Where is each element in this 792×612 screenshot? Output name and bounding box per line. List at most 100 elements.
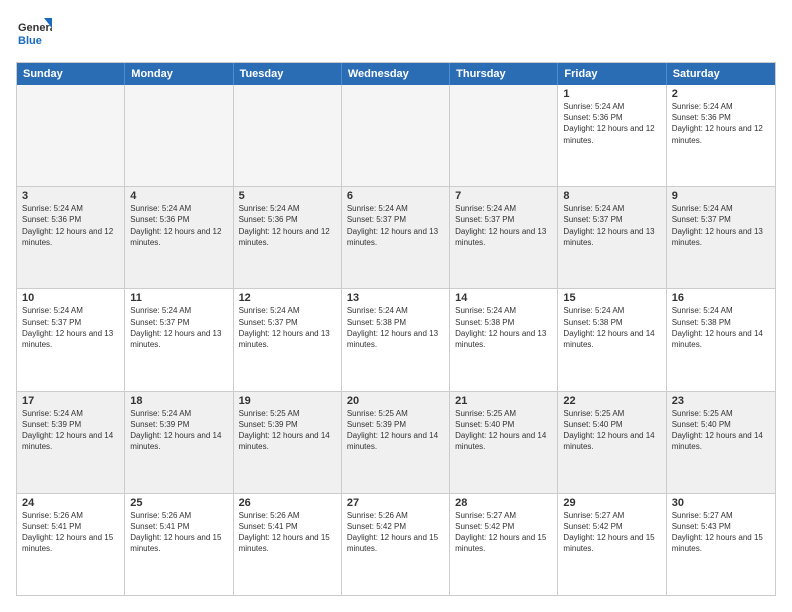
day-cell-20: 20Sunrise: 5:25 AMSunset: 5:39 PMDayligh…	[342, 392, 450, 493]
day-info: Sunrise: 5:24 AMSunset: 5:38 PMDaylight:…	[563, 305, 660, 350]
header-day-wednesday: Wednesday	[342, 63, 450, 85]
day-info: Sunrise: 5:27 AMSunset: 5:43 PMDaylight:…	[672, 510, 770, 555]
day-number: 7	[455, 190, 552, 202]
day-number: 14	[455, 292, 552, 304]
empty-cell	[234, 85, 342, 186]
logo-container: General Blue	[16, 16, 52, 52]
day-number: 9	[672, 190, 770, 202]
day-cell-26: 26Sunrise: 5:26 AMSunset: 5:41 PMDayligh…	[234, 494, 342, 595]
day-info: Sunrise: 5:25 AMSunset: 5:40 PMDaylight:…	[672, 408, 770, 453]
day-number: 22	[563, 395, 660, 407]
day-info: Sunrise: 5:26 AMSunset: 5:41 PMDaylight:…	[239, 510, 336, 555]
day-cell-21: 21Sunrise: 5:25 AMSunset: 5:40 PMDayligh…	[450, 392, 558, 493]
day-info: Sunrise: 5:26 AMSunset: 5:41 PMDaylight:…	[22, 510, 119, 555]
day-number: 24	[22, 497, 119, 509]
day-number: 10	[22, 292, 119, 304]
logo: General Blue	[16, 16, 52, 52]
day-cell-23: 23Sunrise: 5:25 AMSunset: 5:40 PMDayligh…	[667, 392, 775, 493]
day-cell-12: 12Sunrise: 5:24 AMSunset: 5:37 PMDayligh…	[234, 289, 342, 390]
day-number: 15	[563, 292, 660, 304]
day-number: 3	[22, 190, 119, 202]
day-info: Sunrise: 5:24 AMSunset: 5:36 PMDaylight:…	[239, 203, 336, 248]
day-cell-28: 28Sunrise: 5:27 AMSunset: 5:42 PMDayligh…	[450, 494, 558, 595]
day-cell-10: 10Sunrise: 5:24 AMSunset: 5:37 PMDayligh…	[17, 289, 125, 390]
calendar-page: General Blue SundayMondayTuesdayWednesda…	[0, 0, 792, 612]
calendar-body: 1Sunrise: 5:24 AMSunset: 5:36 PMDaylight…	[17, 85, 775, 595]
day-info: Sunrise: 5:25 AMSunset: 5:40 PMDaylight:…	[563, 408, 660, 453]
day-number: 29	[563, 497, 660, 509]
header-day-friday: Friday	[558, 63, 666, 85]
day-cell-5: 5Sunrise: 5:24 AMSunset: 5:36 PMDaylight…	[234, 187, 342, 288]
calendar-week-1: 1Sunrise: 5:24 AMSunset: 5:36 PMDaylight…	[17, 85, 775, 187]
day-info: Sunrise: 5:24 AMSunset: 5:38 PMDaylight:…	[455, 305, 552, 350]
day-cell-22: 22Sunrise: 5:25 AMSunset: 5:40 PMDayligh…	[558, 392, 666, 493]
day-info: Sunrise: 5:24 AMSunset: 5:37 PMDaylight:…	[455, 203, 552, 248]
day-info: Sunrise: 5:25 AMSunset: 5:39 PMDaylight:…	[239, 408, 336, 453]
day-number: 8	[563, 190, 660, 202]
day-cell-29: 29Sunrise: 5:27 AMSunset: 5:42 PMDayligh…	[558, 494, 666, 595]
calendar-week-3: 10Sunrise: 5:24 AMSunset: 5:37 PMDayligh…	[17, 289, 775, 391]
day-number: 23	[672, 395, 770, 407]
day-number: 2	[672, 88, 770, 100]
day-info: Sunrise: 5:24 AMSunset: 5:38 PMDaylight:…	[347, 305, 444, 350]
day-info: Sunrise: 5:24 AMSunset: 5:36 PMDaylight:…	[563, 101, 660, 146]
day-cell-1: 1Sunrise: 5:24 AMSunset: 5:36 PMDaylight…	[558, 85, 666, 186]
day-cell-30: 30Sunrise: 5:27 AMSunset: 5:43 PMDayligh…	[667, 494, 775, 595]
day-number: 11	[130, 292, 227, 304]
calendar-week-4: 17Sunrise: 5:24 AMSunset: 5:39 PMDayligh…	[17, 392, 775, 494]
empty-cell	[17, 85, 125, 186]
day-cell-6: 6Sunrise: 5:24 AMSunset: 5:37 PMDaylight…	[342, 187, 450, 288]
day-number: 21	[455, 395, 552, 407]
day-cell-16: 16Sunrise: 5:24 AMSunset: 5:38 PMDayligh…	[667, 289, 775, 390]
day-cell-13: 13Sunrise: 5:24 AMSunset: 5:38 PMDayligh…	[342, 289, 450, 390]
empty-cell	[342, 85, 450, 186]
day-number: 25	[130, 497, 227, 509]
day-number: 28	[455, 497, 552, 509]
day-info: Sunrise: 5:24 AMSunset: 5:37 PMDaylight:…	[130, 305, 227, 350]
header-day-monday: Monday	[125, 63, 233, 85]
logo-svg: General Blue	[16, 16, 52, 52]
day-number: 16	[672, 292, 770, 304]
day-info: Sunrise: 5:26 AMSunset: 5:42 PMDaylight:…	[347, 510, 444, 555]
day-info: Sunrise: 5:24 AMSunset: 5:37 PMDaylight:…	[347, 203, 444, 248]
calendar: SundayMondayTuesdayWednesdayThursdayFrid…	[16, 62, 776, 596]
day-number: 19	[239, 395, 336, 407]
day-cell-7: 7Sunrise: 5:24 AMSunset: 5:37 PMDaylight…	[450, 187, 558, 288]
day-info: Sunrise: 5:24 AMSunset: 5:39 PMDaylight:…	[130, 408, 227, 453]
day-info: Sunrise: 5:24 AMSunset: 5:39 PMDaylight:…	[22, 408, 119, 453]
day-info: Sunrise: 5:24 AMSunset: 5:37 PMDaylight:…	[22, 305, 119, 350]
day-number: 1	[563, 88, 660, 100]
day-number: 30	[672, 497, 770, 509]
header-day-sunday: Sunday	[17, 63, 125, 85]
calendar-week-5: 24Sunrise: 5:26 AMSunset: 5:41 PMDayligh…	[17, 494, 775, 595]
day-cell-3: 3Sunrise: 5:24 AMSunset: 5:36 PMDaylight…	[17, 187, 125, 288]
day-cell-9: 9Sunrise: 5:24 AMSunset: 5:37 PMDaylight…	[667, 187, 775, 288]
calendar-week-2: 3Sunrise: 5:24 AMSunset: 5:36 PMDaylight…	[17, 187, 775, 289]
svg-text:Blue: Blue	[18, 35, 42, 47]
svg-text:General: General	[18, 22, 52, 34]
day-info: Sunrise: 5:27 AMSunset: 5:42 PMDaylight:…	[563, 510, 660, 555]
day-info: Sunrise: 5:24 AMSunset: 5:36 PMDaylight:…	[22, 203, 119, 248]
day-info: Sunrise: 5:24 AMSunset: 5:37 PMDaylight:…	[239, 305, 336, 350]
header-day-tuesday: Tuesday	[234, 63, 342, 85]
day-cell-19: 19Sunrise: 5:25 AMSunset: 5:39 PMDayligh…	[234, 392, 342, 493]
day-number: 4	[130, 190, 227, 202]
day-info: Sunrise: 5:27 AMSunset: 5:42 PMDaylight:…	[455, 510, 552, 555]
day-cell-18: 18Sunrise: 5:24 AMSunset: 5:39 PMDayligh…	[125, 392, 233, 493]
day-info: Sunrise: 5:24 AMSunset: 5:37 PMDaylight:…	[672, 203, 770, 248]
day-number: 26	[239, 497, 336, 509]
day-cell-11: 11Sunrise: 5:24 AMSunset: 5:37 PMDayligh…	[125, 289, 233, 390]
day-number: 13	[347, 292, 444, 304]
day-info: Sunrise: 5:24 AMSunset: 5:36 PMDaylight:…	[130, 203, 227, 248]
day-cell-8: 8Sunrise: 5:24 AMSunset: 5:37 PMDaylight…	[558, 187, 666, 288]
calendar-header: SundayMondayTuesdayWednesdayThursdayFrid…	[17, 63, 775, 85]
day-cell-27: 27Sunrise: 5:26 AMSunset: 5:42 PMDayligh…	[342, 494, 450, 595]
day-info: Sunrise: 5:24 AMSunset: 5:36 PMDaylight:…	[672, 101, 770, 146]
day-number: 27	[347, 497, 444, 509]
day-number: 18	[130, 395, 227, 407]
day-cell-14: 14Sunrise: 5:24 AMSunset: 5:38 PMDayligh…	[450, 289, 558, 390]
day-info: Sunrise: 5:26 AMSunset: 5:41 PMDaylight:…	[130, 510, 227, 555]
empty-cell	[450, 85, 558, 186]
day-number: 5	[239, 190, 336, 202]
empty-cell	[125, 85, 233, 186]
